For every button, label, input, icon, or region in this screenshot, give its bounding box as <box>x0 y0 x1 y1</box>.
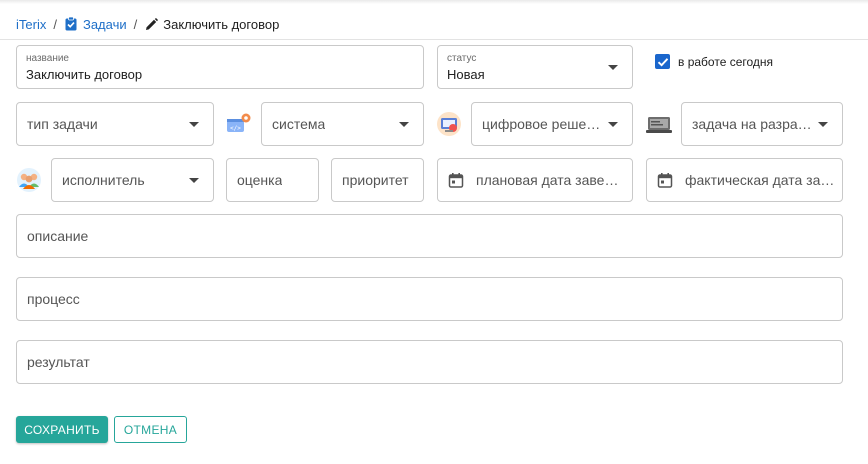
laptop-icon <box>646 111 672 137</box>
process-input[interactable]: процесс <box>16 277 843 321</box>
planned-date-placeholder: плановая дата заверше... <box>476 172 626 188</box>
actual-date-input[interactable]: фактическая дата заве... <box>646 158 843 202</box>
assignee-placeholder: исполнитель <box>62 172 145 188</box>
breadcrumb-root-link[interactable]: iTerix <box>16 17 46 32</box>
breadcrumb-separator: / <box>53 16 57 32</box>
check-icon <box>657 57 668 67</box>
assignee-select[interactable]: исполнитель <box>51 158 214 202</box>
estimate-input[interactable]: оценка <box>226 158 319 202</box>
chevron-down-icon <box>399 122 409 127</box>
name-value: Заключить договор <box>26 67 143 82</box>
breadcrumb-separator: / <box>133 16 138 32</box>
top-shadow <box>0 0 868 4</box>
chevron-down-icon <box>608 65 618 70</box>
actual-date-placeholder: фактическая дата заве... <box>685 172 836 188</box>
svg-text:</>: </> <box>230 125 241 132</box>
digital-solution-placeholder: цифровое решение <box>482 116 602 132</box>
clipboard-check-icon <box>64 17 78 31</box>
system-placeholder: система <box>272 116 326 132</box>
planned-date-input[interactable]: плановая дата заверше... <box>437 158 633 202</box>
digital-solution-icon <box>436 111 462 137</box>
chevron-down-icon <box>189 122 199 127</box>
digital-solution-select[interactable]: цифровое решение <box>471 102 633 146</box>
status-value: Новая <box>447 67 485 82</box>
calendar-icon <box>448 173 464 188</box>
dev-task-select[interactable]: задача на разрабо... <box>681 102 843 146</box>
breadcrumb-tasks-link[interactable]: Задачи <box>83 17 127 32</box>
calendar-icon <box>657 173 673 188</box>
chevron-down-icon <box>189 178 199 183</box>
result-placeholder: результат <box>27 354 90 370</box>
breadcrumb-current: Заключить договор <box>163 16 280 32</box>
estimate-placeholder: оценка <box>237 172 283 188</box>
save-button[interactable]: СОХРАНИТЬ <box>16 416 108 443</box>
priority-input[interactable]: приоритет <box>331 158 424 202</box>
priority-placeholder: приоритет <box>342 172 409 188</box>
task-type-placeholder: тип задачи <box>27 116 98 132</box>
process-placeholder: процесс <box>27 291 80 307</box>
system-icon: </> <box>226 111 252 137</box>
chevron-down-icon <box>608 122 618 127</box>
description-placeholder: описание <box>27 228 89 244</box>
pencil-icon <box>144 17 158 31</box>
chevron-down-icon <box>818 122 828 127</box>
status-select[interactable]: статус Новая <box>437 45 633 89</box>
system-select[interactable]: система <box>261 102 424 146</box>
name-field[interactable]: название Заключить договор <box>16 45 424 89</box>
header-divider <box>0 39 868 40</box>
result-input[interactable]: результат <box>16 340 843 384</box>
description-input[interactable]: описание <box>16 214 843 258</box>
name-label: название <box>26 53 69 64</box>
status-label: статус <box>447 53 477 64</box>
today-checkbox[interactable] <box>655 54 670 69</box>
cancel-button[interactable]: ОТМЕНА <box>114 416 187 443</box>
today-checkbox-label: в работе сегодня <box>678 55 774 69</box>
dev-task-placeholder: задача на разрабо... <box>692 116 812 132</box>
breadcrumb: iTerix / Задачи / Заключить договор <box>16 16 279 32</box>
task-type-select[interactable]: тип задачи <box>16 102 214 146</box>
people-icon <box>16 167 42 193</box>
